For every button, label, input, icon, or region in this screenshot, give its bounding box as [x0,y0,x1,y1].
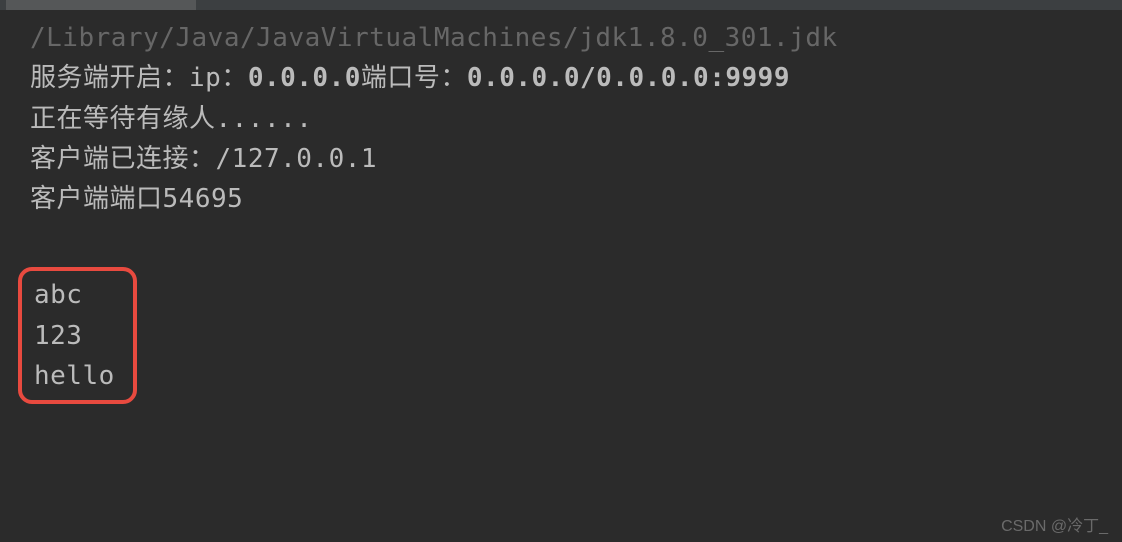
console-top-bar [0,0,1122,10]
spacer [30,219,1092,259]
waiting-line: 正在等待有缘人...... [30,99,1092,139]
client-port-value: 54695 [163,184,244,214]
client-connected-line: 客户端已连接：/127.0.0.1 [30,139,1092,179]
server-start-prefix: 服务端开启：ip： [30,63,248,93]
client-port-line: 客户端端口54695 [30,179,1092,219]
client-port-prefix: 客户端端口 [30,184,163,214]
received-line-2: 123 [34,316,115,356]
server-port-value: 0.0.0.0/0.0.0.0:9999 [467,63,790,93]
received-data-highlight: abc 123 hello [18,267,137,404]
csdn-watermark: CSDN @冷丁_ [1001,512,1108,536]
client-connected-prefix: 客户端已连接： [30,144,216,174]
console-output: /Library/Java/JavaVirtualMachines/jdk1.8… [0,10,1122,404]
scrollbar-segment[interactable] [6,0,196,10]
received-line-3: hello [34,356,115,396]
server-ip: 0.0.0.0 [248,63,361,93]
server-port-label: 端口号： [361,63,467,93]
client-connected-ip: /127.0.0.1 [216,144,378,174]
java-path-line: /Library/Java/JavaVirtualMachines/jdk1.8… [30,18,1092,58]
server-start-line: 服务端开启：ip：0.0.0.0端口号：0.0.0.0/0.0.0.0:9999 [30,58,1092,98]
received-line-1: abc [34,275,115,315]
